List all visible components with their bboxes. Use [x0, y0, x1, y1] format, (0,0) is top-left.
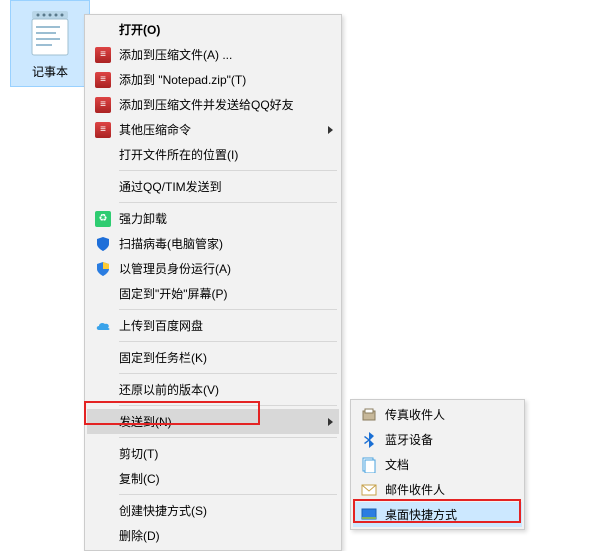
submenu-item-fax[interactable]: 传真收件人	[353, 402, 522, 427]
menu-separator	[119, 437, 337, 438]
submenu-item-bluetooth[interactable]: 蓝牙设备	[353, 427, 522, 452]
menu-label: 上传到百度网盘	[119, 317, 333, 334]
menu-separator	[119, 170, 337, 171]
menu-label: 文档	[385, 456, 516, 473]
submenu-item-documents[interactable]: 文档	[353, 452, 522, 477]
admin-shield-icon	[91, 259, 115, 279]
menu-item-pin-start[interactable]: 固定到"开始"屏幕(P)	[87, 281, 339, 306]
archive-icon: ≡	[91, 120, 115, 140]
cloud-upload-icon	[91, 316, 115, 336]
menu-label: 添加到压缩文件(A) ...	[119, 46, 333, 63]
blank-icon	[91, 444, 115, 464]
chevron-right-icon	[328, 126, 333, 134]
menu-item-pin-taskbar[interactable]: 固定到任务栏(K)	[87, 345, 339, 370]
menu-separator	[119, 202, 337, 203]
menu-label: 删除(D)	[119, 527, 333, 544]
blank-icon	[91, 501, 115, 521]
sendto-submenu: 传真收件人 蓝牙设备 文档 邮件收件人 桌面快捷方式	[350, 399, 525, 530]
menu-label: 还原以前的版本(V)	[119, 381, 333, 398]
menu-label: 以管理员身份运行(A)	[119, 260, 333, 277]
menu-separator	[119, 373, 337, 374]
menu-label: 蓝牙设备	[385, 431, 516, 448]
menu-label: 发送到(N)	[119, 413, 322, 430]
shield-icon	[91, 234, 115, 254]
archive-icon: ≡	[91, 95, 115, 115]
menu-item-open[interactable]: 打开(O)	[87, 17, 339, 42]
submenu-item-mail[interactable]: 邮件收件人	[353, 477, 522, 502]
menu-item-archive-qq[interactable]: ≡ 添加到压缩文件并发送给QQ好友	[87, 92, 339, 117]
menu-label: 剪切(T)	[119, 445, 333, 462]
menu-item-run-admin[interactable]: 以管理员身份运行(A)	[87, 256, 339, 281]
menu-item-send-to[interactable]: 发送到(N)	[87, 409, 339, 434]
submenu-item-desktop-shortcut[interactable]: 桌面快捷方式	[353, 502, 522, 527]
desktop-icon-label: 记事本	[13, 63, 87, 80]
notepad-icon	[26, 9, 74, 57]
menu-separator	[119, 494, 337, 495]
menu-item-upload-baidu[interactable]: 上传到百度网盘	[87, 313, 339, 338]
fax-icon	[357, 405, 381, 425]
menu-item-copy[interactable]: 复制(C)	[87, 466, 339, 491]
menu-label: 强力卸载	[119, 210, 333, 227]
archive-icon: ≡	[91, 45, 115, 65]
menu-label: 其他压缩命令	[119, 121, 322, 138]
blank-icon	[91, 284, 115, 304]
menu-label: 固定到"开始"屏幕(P)	[119, 285, 333, 302]
menu-item-other-archive[interactable]: ≡ 其他压缩命令	[87, 117, 339, 142]
mail-icon	[357, 480, 381, 500]
blank-icon	[91, 177, 115, 197]
desktop-icon-notepad[interactable]: 记事本	[10, 0, 90, 87]
chevron-right-icon	[328, 418, 333, 426]
menu-label: 通过QQ/TIM发送到	[119, 178, 333, 195]
menu-separator	[119, 341, 337, 342]
menu-label: 桌面快捷方式	[385, 506, 516, 523]
menu-item-add-archive[interactable]: ≡ 添加到压缩文件(A) ...	[87, 42, 339, 67]
menu-item-cut[interactable]: 剪切(T)	[87, 441, 339, 466]
uninstall-icon: ♻	[91, 209, 115, 229]
menu-label: 添加到 "Notepad.zip"(T)	[119, 71, 333, 88]
menu-item-add-notepad-zip[interactable]: ≡ 添加到 "Notepad.zip"(T)	[87, 67, 339, 92]
menu-item-open-location[interactable]: 打开文件所在的位置(I)	[87, 142, 339, 167]
blank-icon	[91, 380, 115, 400]
blank-icon	[91, 145, 115, 165]
menu-label: 复制(C)	[119, 470, 333, 487]
menu-item-send-qq-tim[interactable]: 通过QQ/TIM发送到	[87, 174, 339, 199]
menu-label: 固定到任务栏(K)	[119, 349, 333, 366]
blank-icon	[91, 526, 115, 546]
menu-label: 邮件收件人	[385, 481, 516, 498]
blank-icon	[91, 20, 115, 40]
menu-label: 添加到压缩文件并发送给QQ好友	[119, 96, 333, 113]
document-icon	[357, 455, 381, 475]
menu-separator	[119, 309, 337, 310]
menu-label: 扫描病毒(电脑管家)	[119, 235, 333, 252]
blank-icon	[91, 348, 115, 368]
menu-label: 创建快捷方式(S)	[119, 502, 333, 519]
blank-icon	[91, 412, 115, 432]
menu-item-create-shortcut[interactable]: 创建快捷方式(S)	[87, 498, 339, 523]
menu-label: 打开(O)	[119, 21, 333, 38]
bluetooth-icon	[357, 430, 381, 450]
menu-separator	[119, 405, 337, 406]
archive-icon: ≡	[91, 70, 115, 90]
menu-item-delete[interactable]: 删除(D)	[87, 523, 339, 548]
menu-item-uninstall[interactable]: ♻ 强力卸载	[87, 206, 339, 231]
menu-label: 打开文件所在的位置(I)	[119, 146, 333, 163]
menu-item-scan-virus[interactable]: 扫描病毒(电脑管家)	[87, 231, 339, 256]
menu-label: 传真收件人	[385, 406, 516, 423]
menu-item-restore-version[interactable]: 还原以前的版本(V)	[87, 377, 339, 402]
context-menu: 打开(O) ≡ 添加到压缩文件(A) ... ≡ 添加到 "Notepad.zi…	[84, 14, 342, 551]
desktop-icon	[357, 505, 381, 525]
blank-icon	[91, 469, 115, 489]
